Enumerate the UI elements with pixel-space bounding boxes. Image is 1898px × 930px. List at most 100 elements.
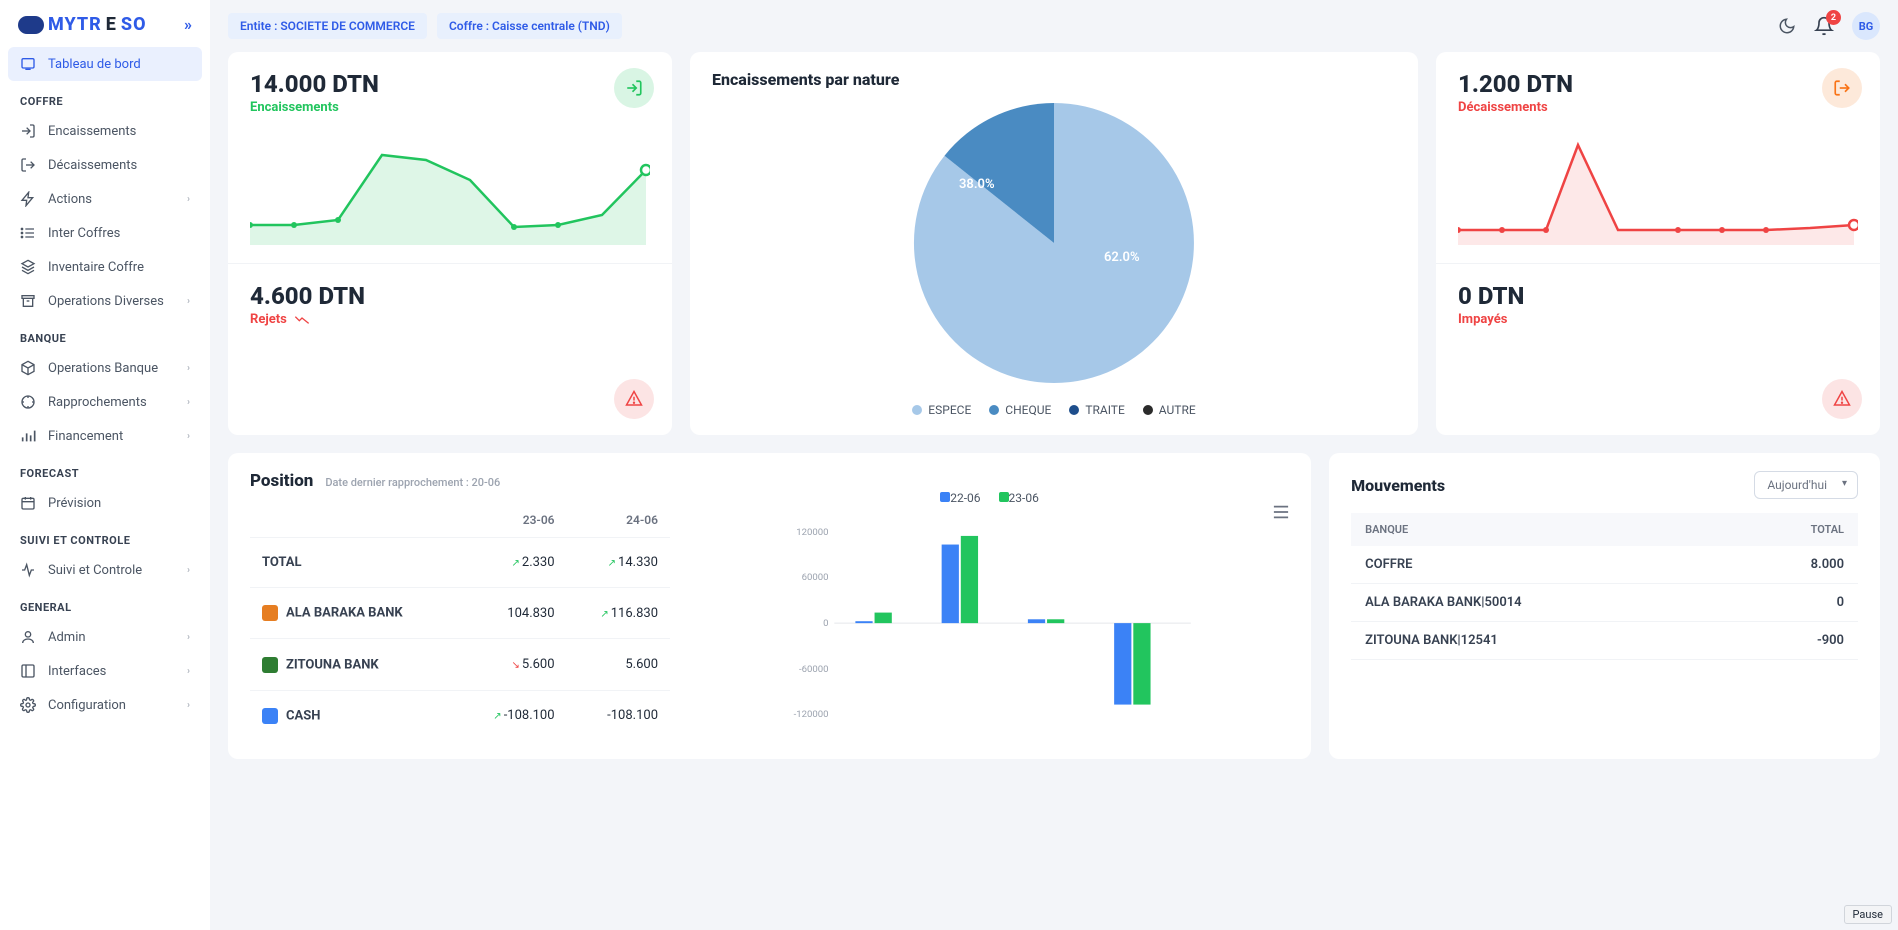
nav-group-head: FORECAST xyxy=(8,453,202,486)
nav-label: Encaissements xyxy=(48,124,136,139)
kpi-dec-label: Décaissements xyxy=(1458,100,1858,115)
pie-legend: ESPECE CHEQUE TRAITE AUTRE xyxy=(712,403,1396,417)
nav-label: Interfaces xyxy=(48,664,106,679)
nav-label: Financement xyxy=(48,429,123,444)
sidebar-item-financement[interactable]: Financement › xyxy=(8,419,202,453)
nav-label: Inter Coffres xyxy=(48,226,120,241)
svg-text:-120000: -120000 xyxy=(794,709,829,720)
nav-label: Inventaire Coffre xyxy=(48,260,144,275)
login-icon xyxy=(614,68,654,108)
list-icon xyxy=(20,225,36,241)
position-title: Position xyxy=(250,471,313,491)
sidebar-item-encaissements[interactable]: Encaissements xyxy=(8,114,202,148)
sidebar-item-operations-banque[interactable]: Operations Banque › xyxy=(8,351,202,385)
target-icon xyxy=(20,394,36,410)
mouvements-filter-dropdown[interactable]: Aujourd'hui xyxy=(1754,471,1858,499)
table-row[interactable]: ALA BARAKA BANK|50014 0 xyxy=(1351,584,1858,622)
table-row[interactable]: ZITOUNA BANK↘5.6005.600 xyxy=(250,639,670,690)
nav-group-head: BANQUE xyxy=(8,318,202,351)
panel-icon xyxy=(20,663,36,679)
svg-text:38.0%: 38.0% xyxy=(959,177,995,192)
table-row[interactable]: CASH↗-108.100-108.100 xyxy=(250,690,670,741)
kpi-dec-value: 1.200 DTN xyxy=(1458,70,1858,98)
alert-icon xyxy=(1822,379,1862,419)
sidebar-item-interfaces[interactable]: Interfaces › xyxy=(8,654,202,688)
mouvements-title: Mouvements xyxy=(1351,476,1445,495)
nav-label: Operations Banque xyxy=(48,361,158,376)
mouvements-table: BANQUE TOTAL COFFRE 8.000 ALA BARAKA BAN… xyxy=(1351,513,1858,660)
chevron-right-icon: › xyxy=(187,397,190,408)
sidebar-item-actions[interactable]: Actions › xyxy=(8,182,202,216)
nav-label: Actions xyxy=(48,192,92,207)
position-card: Position Date dernier rapprochement : 20… xyxy=(228,453,1311,759)
chevron-right-icon: › xyxy=(187,363,190,374)
nav-group-head: COFFRE xyxy=(8,81,202,114)
table-row[interactable]: TOTAL↗2.330↗14.330 xyxy=(250,538,670,588)
kpi-imp-label: Impayés xyxy=(1458,312,1858,327)
sidebar-item-suivi-et-controle[interactable]: Suivi et Controle › xyxy=(8,553,202,587)
kpi-imp-value: 0 DTN xyxy=(1458,282,1858,310)
logout-icon xyxy=(1822,68,1862,108)
nav-label: Operations Diverses xyxy=(48,294,164,309)
nav-label: Configuration xyxy=(48,698,126,713)
svg-text:60000: 60000 xyxy=(802,572,829,583)
kpi-encaissements-card: 14.000 DTN Encaissements 4.600 DTN Re xyxy=(228,52,672,435)
chevron-right-icon: › xyxy=(187,666,190,677)
coffre-pill[interactable]: Coffre : Caisse centrale (TND) xyxy=(437,13,622,39)
sidebar-item-operations-diverses[interactable]: Operations Diverses › xyxy=(8,284,202,318)
kpi-enc-label: Encaissements xyxy=(250,100,650,115)
topbar: Entite : SOCIETE DE COMMERCE Coffre : Ca… xyxy=(210,0,1898,52)
svg-text:62.0%: 62.0% xyxy=(1104,250,1140,265)
dark-mode-icon[interactable] xyxy=(1778,17,1796,35)
sidebar-item-inventaire-coffre[interactable]: Inventaire Coffre xyxy=(8,250,202,284)
sidebar-item-inter-coffres[interactable]: Inter Coffres xyxy=(8,216,202,250)
svg-text:0: 0 xyxy=(823,618,828,629)
position-subtitle: Date dernier rapprochement : 20-06 xyxy=(325,476,500,489)
pulse-icon xyxy=(20,562,36,578)
nav-label: Tableau de bord xyxy=(48,57,141,72)
gear-icon xyxy=(20,697,36,713)
dashboard-icon xyxy=(20,56,36,72)
svg-text:-60000: -60000 xyxy=(799,664,829,675)
table-row[interactable]: ALA BARAKA BANK104.830↗116.830 xyxy=(250,588,670,639)
chevron-right-icon: › xyxy=(187,565,190,576)
pie-title: Encaissements par nature xyxy=(712,70,1396,89)
nav-group-head: SUIVI ET CONTROLE xyxy=(8,520,202,553)
alert-icon xyxy=(614,379,654,419)
mouvements-card: Mouvements Aujourd'hui BANQUE TOTAL COFF… xyxy=(1329,453,1880,759)
nav-label: Rapprochements xyxy=(48,395,147,410)
chevron-right-icon: › xyxy=(187,632,190,643)
sidebar-item-prévision[interactable]: Prévision xyxy=(8,486,202,520)
cube-icon xyxy=(20,360,36,376)
nav-label: Admin xyxy=(48,630,86,645)
kpi-enc-value: 14.000 DTN xyxy=(250,70,650,98)
layers-icon xyxy=(20,259,36,275)
login-icon xyxy=(20,123,36,139)
pause-button[interactable]: Pause xyxy=(1844,905,1892,924)
pie-card: Encaissements par nature 62.0% 38.0% ESP… xyxy=(690,52,1418,435)
chevron-right-icon: › xyxy=(187,431,190,442)
kpi-rej-label: Rejets xyxy=(250,312,650,327)
table-row[interactable]: COFFRE 8.000 xyxy=(1351,546,1858,584)
position-table: 23-06 24-06 TOTAL↗2.330↗14.330 ALA BARAK… xyxy=(250,503,670,741)
table-row[interactable]: ZITOUNA BANK|12541 -900 xyxy=(1351,622,1858,660)
user-avatar[interactable]: BG xyxy=(1852,12,1880,40)
nav-group-head: GENERAL xyxy=(8,587,202,620)
sidebar-item-configuration[interactable]: Configuration › xyxy=(8,688,202,722)
dec-sparkline xyxy=(1458,125,1858,245)
nav-label: Prévision xyxy=(48,496,101,511)
calendar-icon xyxy=(20,495,36,511)
sidebar-item-rapprochements[interactable]: Rapprochements › xyxy=(8,385,202,419)
sidebar-item-admin[interactable]: Admin › xyxy=(8,620,202,654)
position-bar-chart: 120000 60000 0 -60000 -120000 xyxy=(690,511,1289,741)
kpi-decaissements-card: 1.200 DTN Décaissements 0 DTN Impayés xyxy=(1436,52,1880,435)
sidebar: MYTRESO » Tableau de bord COFFRE Encaiss… xyxy=(0,0,210,930)
sidebar-collapse-button[interactable]: » xyxy=(184,15,192,34)
sidebar-item-tableau-de-bord[interactable]: Tableau de bord xyxy=(8,47,202,81)
app-logo: MYTRESO xyxy=(18,14,147,35)
sidebar-item-décaissements[interactable]: Décaissements xyxy=(8,148,202,182)
entity-pill[interactable]: Entite : SOCIETE DE COMMERCE xyxy=(228,13,427,39)
archive-icon xyxy=(20,293,36,309)
bolt-icon xyxy=(20,191,36,207)
notification-bell[interactable]: 2 xyxy=(1814,16,1834,36)
